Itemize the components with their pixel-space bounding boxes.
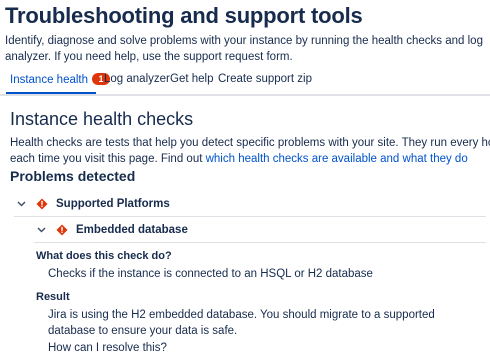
tab-bar: Instance health 1 Log analyzer Get help C…: [0, 66, 490, 96]
page-title: Troubleshooting and support tools: [5, 3, 363, 28]
health-checks-heading: Instance health checks: [10, 109, 194, 129]
tab-instance-health[interactable]: Instance health 1: [10, 73, 111, 86]
check-label: Embedded database: [76, 224, 188, 236]
result-text: Jira is using the H2 embedded database. …: [48, 309, 435, 337]
active-tab-indicator: [6, 92, 96, 94]
group-label: Supported Platforms: [56, 198, 170, 210]
check-embedded-database[interactable]: Embedded database: [34, 220, 188, 240]
check-description: Checks if the instance is connected to a…: [48, 268, 373, 280]
result-label: Result: [36, 291, 70, 303]
available-checks-link[interactable]: which health checks are available and wh…: [206, 153, 468, 165]
check-divider: [34, 242, 486, 243]
chevron-down-icon[interactable]: [34, 225, 48, 235]
troubleshooting-page: Troubleshooting and support tools Identi…: [0, 0, 490, 357]
tab-label: Instance health: [10, 74, 89, 86]
group-supported-platforms[interactable]: Supported Platforms: [14, 194, 170, 214]
tab-get-help[interactable]: Get help: [170, 73, 213, 85]
error-icon: [36, 198, 48, 210]
tab-log-analyzer[interactable]: Log analyzer: [104, 73, 170, 85]
health-checks-description: Health checks are tests that help you de…: [10, 135, 490, 167]
what-does-check-do-label: What does this check do?: [36, 250, 172, 262]
how-to-resolve-link[interactable]: How can I resolve this?: [48, 340, 167, 356]
tab-create-support-zip[interactable]: Create support zip: [218, 73, 312, 85]
chevron-down-icon[interactable]: [14, 199, 28, 209]
error-icon: [56, 224, 68, 236]
problems-detected-heading: Problems detected: [10, 168, 136, 184]
group-divider: [14, 216, 486, 217]
page-description: Identify, diagnose and solve problems wi…: [5, 35, 483, 63]
